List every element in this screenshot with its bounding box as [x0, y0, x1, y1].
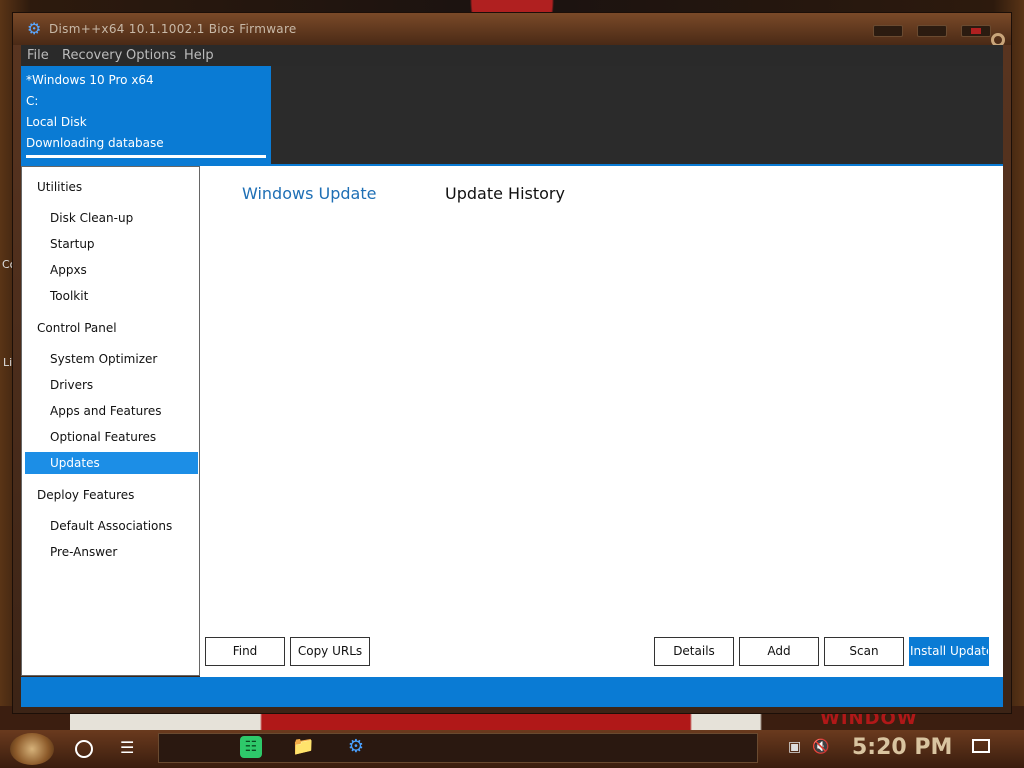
- taskbar: ☰ ☷ 📁 ⚙ ▣ 🔇 5:20 PM: [0, 730, 1024, 768]
- menu-help[interactable]: Help: [184, 48, 214, 63]
- sidebar-section-deploy-features[interactable]: Deploy Features: [37, 488, 134, 502]
- find-button[interactable]: Find: [205, 637, 285, 666]
- copy-urls-button[interactable]: Copy URLs: [290, 637, 370, 666]
- sidebar-item-appxs[interactable]: Appxs: [25, 259, 198, 281]
- gear-icon: ⚙: [27, 19, 42, 38]
- task-view-icon[interactable]: ☰: [120, 738, 134, 757]
- details-button[interactable]: Details: [654, 637, 734, 666]
- network-icon[interactable]: ▣: [788, 739, 804, 755]
- maximize-button[interactable]: [917, 25, 947, 37]
- install-update-button[interactable]: Install Update: [909, 637, 989, 666]
- file-explorer-icon[interactable]: 📁: [292, 736, 314, 758]
- close-button[interactable]: [961, 25, 991, 37]
- image-card[interactable]: *Windows 10 Pro x64 C: Local Disk Downlo…: [21, 66, 271, 164]
- tab-windows-update[interactable]: Windows Update: [242, 184, 376, 203]
- sidebar-item-apps-and-features[interactable]: Apps and Features: [25, 400, 198, 422]
- app-window: ⚙ Dism++x64 10.1.1002.1 Bios Firmware Fi…: [12, 12, 1012, 714]
- status-bar: [21, 677, 1003, 707]
- sidebar: Utilities Disk Clean-up Startup Appxs To…: [21, 166, 200, 676]
- clock[interactable]: 5:20 PM: [852, 735, 952, 760]
- sidebar-item-default-associations[interactable]: Default Associations: [25, 515, 198, 537]
- window-title: Dism++x64 10.1.1002.1 Bios Firmware: [49, 22, 297, 36]
- sidebar-item-optional-features[interactable]: Optional Features: [25, 426, 198, 448]
- volume-muted-icon[interactable]: 🔇: [812, 739, 829, 755]
- desktop-icon-label[interactable]: Li: [3, 356, 12, 369]
- tab-update-history[interactable]: Update History: [445, 184, 565, 203]
- menu-recovery[interactable]: Recovery: [62, 48, 122, 63]
- dism-app-icon[interactable]: ⚙: [345, 736, 367, 758]
- image-status: Downloading database: [26, 136, 164, 150]
- image-os-name: *Windows 10 Pro x64: [26, 73, 154, 87]
- main-content: Windows Update Update History Find Copy …: [200, 166, 1003, 677]
- menu-bar: File Recovery Options Help: [21, 45, 1003, 67]
- notifications-icon[interactable]: [972, 739, 990, 753]
- title-bar[interactable]: ⚙ Dism++x64 10.1.1002.1 Bios Firmware: [13, 13, 1011, 47]
- image-disk: Local Disk: [26, 115, 87, 129]
- sidebar-item-pre-answer[interactable]: Pre-Answer: [25, 541, 198, 563]
- sidebar-item-toolkit[interactable]: Toolkit: [25, 285, 198, 307]
- menu-options[interactable]: Options: [126, 48, 176, 63]
- scan-button[interactable]: Scan: [824, 637, 904, 666]
- sidebar-item-system-optimizer[interactable]: System Optimizer: [25, 348, 198, 370]
- image-drive: C:: [26, 94, 39, 108]
- sidebar-item-startup[interactable]: Startup: [25, 233, 198, 255]
- sidebar-item-disk-cleanup[interactable]: Disk Clean-up: [25, 207, 198, 229]
- minimize-button[interactable]: [873, 25, 903, 37]
- search-circle-icon[interactable]: [75, 740, 93, 758]
- start-button[interactable]: [10, 733, 54, 765]
- sidebar-item-drivers[interactable]: Drivers: [25, 374, 198, 396]
- sidebar-section-utilities[interactable]: Utilities: [37, 180, 82, 194]
- sidebar-section-control-panel[interactable]: Control Panel: [37, 321, 117, 335]
- image-selector: *Windows 10 Pro x64 C: Local Disk Downlo…: [21, 66, 1003, 164]
- sidebar-item-updates[interactable]: Updates: [25, 452, 198, 474]
- download-progress-bar: [26, 155, 266, 158]
- add-button[interactable]: Add: [739, 637, 819, 666]
- chat-app-icon[interactable]: ☷: [240, 736, 262, 758]
- menu-file[interactable]: File: [27, 48, 49, 63]
